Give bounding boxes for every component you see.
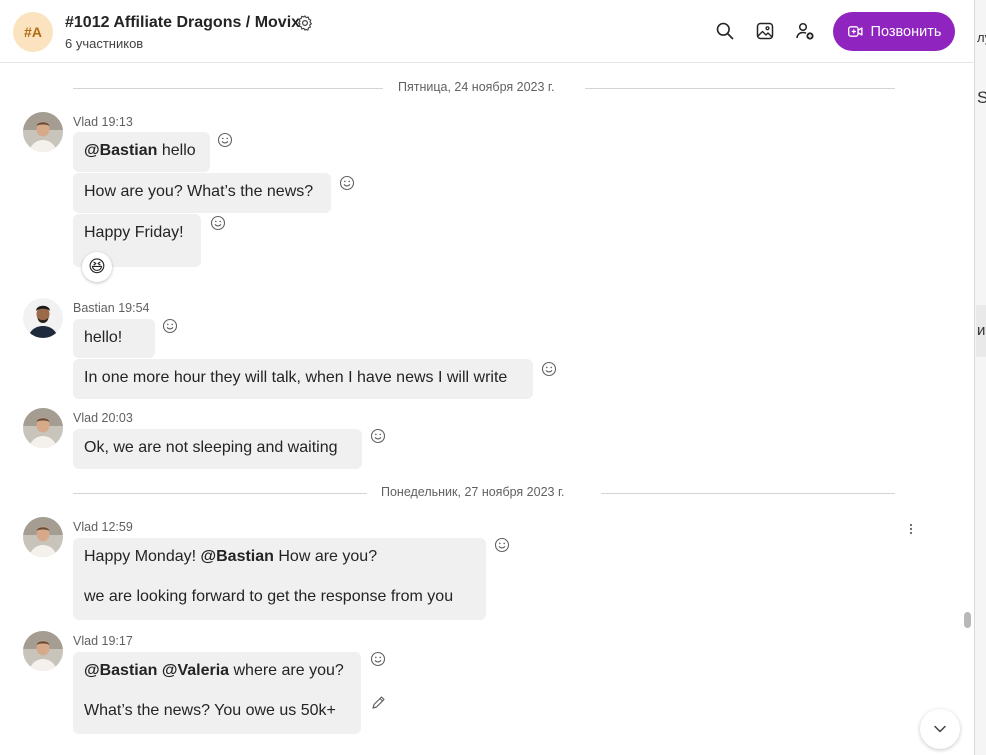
gallery-icon[interactable]: [755, 21, 775, 41]
message-bubble[interactable]: @Bastian hello: [73, 132, 210, 172]
avatar[interactable]: [23, 298, 63, 338]
edit-pencil-icon[interactable]: [370, 695, 386, 711]
call-button-label: Позвонить: [870, 23, 942, 40]
message-text: hello!: [84, 329, 123, 346]
date-divider: Понедельник, 27 ноября 2023 г.: [73, 483, 895, 503]
gear-icon[interactable]: [296, 14, 314, 32]
message-text: hello: [157, 142, 196, 159]
laughing-emoji-icon: 😆: [88, 257, 106, 276]
smiley-icon[interactable]: [217, 132, 233, 148]
mention[interactable]: @Bastian: [201, 548, 274, 565]
author-name: Vlad: [73, 520, 99, 534]
smiley-icon[interactable]: [370, 428, 386, 444]
side-panel-fragment: и: [977, 322, 986, 339]
search-icon[interactable]: [715, 21, 735, 41]
scrollbar-thumb[interactable]: [964, 612, 971, 628]
message-time: 19:54: [118, 301, 150, 315]
message-text: Happy Friday!: [84, 224, 184, 241]
message-bubble[interactable]: How are you? What’s the news?: [73, 173, 331, 213]
message-bubble[interactable]: hello!: [73, 319, 155, 358]
chat-header: #A #1012 Affiliate Dragons / Movix 6 уча…: [0, 0, 974, 63]
scroll-to-bottom-button[interactable]: [920, 709, 960, 749]
smiley-icon[interactable]: [541, 361, 557, 377]
smiley-icon[interactable]: [210, 215, 226, 231]
message-time: 12:59: [101, 520, 133, 534]
side-panel-fragment: лу: [977, 30, 986, 45]
group-avatar[interactable]: #A: [13, 12, 53, 52]
message-text: where are you?: [229, 662, 344, 679]
avatar[interactable]: [23, 517, 63, 557]
more-options-icon[interactable]: [908, 522, 914, 536]
side-panel-fragment: SF: [977, 88, 986, 108]
chevron-down-icon: [934, 725, 946, 733]
avatar[interactable]: [23, 408, 63, 448]
date-divider-label: Пятница, 24 ноября 2023 г.: [398, 80, 555, 94]
message-time: 19:13: [101, 115, 133, 129]
author-name: Vlad: [73, 634, 99, 648]
message-time: 19:17: [101, 634, 133, 648]
side-panel-edge: лу SF и: [974, 0, 986, 755]
message-time: 20:03: [101, 411, 133, 425]
video-call-icon: [847, 26, 863, 37]
author-name: Vlad: [73, 115, 99, 129]
author-name: Vlad: [73, 411, 99, 425]
message-text: Happy Monday!: [84, 548, 201, 565]
avatar[interactable]: [23, 112, 63, 152]
message-text: How are you? What’s the news?: [84, 183, 314, 200]
message-meta: Vlad 20:03: [73, 411, 133, 425]
avatar[interactable]: [23, 631, 63, 671]
message-bubble[interactable]: Ok, we are not sleeping and waiting: [73, 429, 362, 469]
chat-title[interactable]: #1012 Affiliate Dragons / Movix: [65, 14, 300, 32]
message-text: In one more hour they will talk, when I …: [84, 369, 508, 386]
date-divider-label: Понедельник, 27 ноября 2023 г.: [381, 485, 565, 499]
smiley-icon[interactable]: [339, 175, 355, 191]
message-meta: Vlad 12:59: [73, 520, 133, 534]
mention[interactable]: @Bastian @Valeria: [84, 662, 229, 679]
date-divider: Пятница, 24 ноября 2023 г.: [73, 78, 895, 98]
smiley-icon[interactable]: [494, 537, 510, 553]
author-name: Bastian: [73, 301, 115, 315]
message-meta: Vlad 19:17: [73, 634, 133, 648]
message-text: What’s the news? You owe us 50k+: [84, 702, 336, 719]
message-meta: Vlad 19:13: [73, 115, 133, 129]
message-bubble[interactable]: Happy Monday! @Bastian How are you? we a…: [73, 538, 486, 620]
smiley-icon[interactable]: [370, 651, 386, 667]
message-bubble[interactable]: @Bastian @Valeria where are you? What’s …: [73, 652, 361, 734]
message-bubble[interactable]: In one more hour they will talk, when I …: [73, 359, 533, 399]
reaction-chip[interactable]: 😆: [82, 252, 112, 282]
smiley-icon[interactable]: [162, 318, 178, 334]
message-meta: Bastian 19:54: [73, 301, 149, 315]
call-button[interactable]: Позвонить: [833, 12, 955, 51]
message-text: Ok, we are not sleeping and waiting: [84, 439, 338, 456]
mention[interactable]: @Bastian: [84, 142, 157, 159]
message-text: How are you?: [273, 548, 378, 565]
participant-count[interactable]: 6 участников: [65, 36, 143, 51]
message-text: we are looking forward to get the respon…: [84, 588, 454, 605]
add-people-icon[interactable]: [795, 21, 815, 41]
